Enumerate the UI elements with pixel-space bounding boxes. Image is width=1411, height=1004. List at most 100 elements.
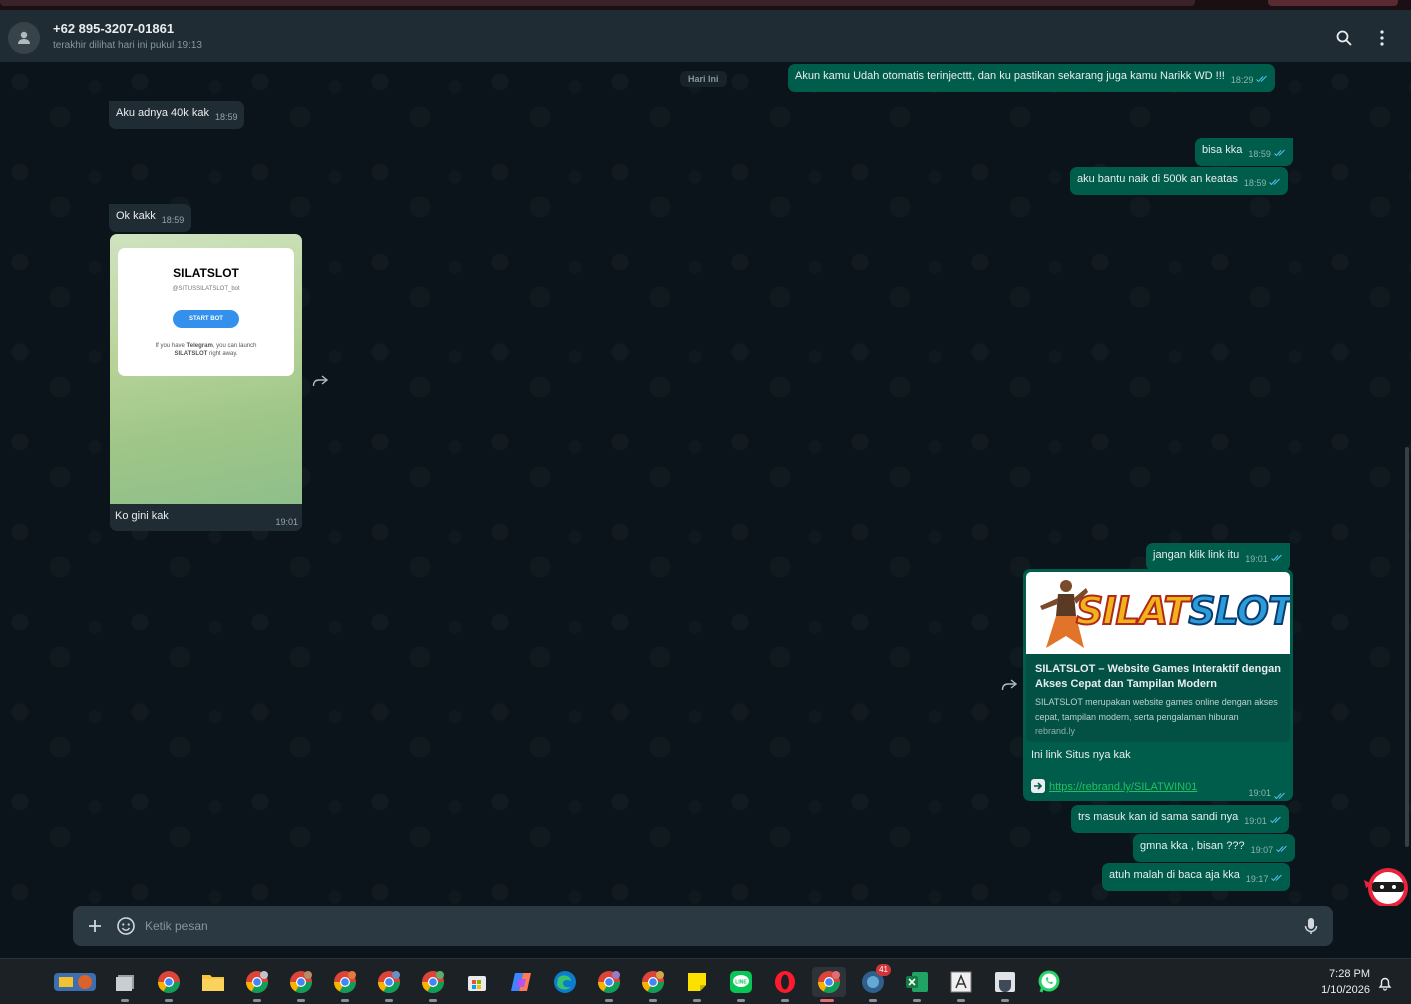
running-indicator — [297, 999, 305, 1002]
search-icon[interactable] — [1334, 28, 1354, 48]
svg-text:LINE: LINE — [735, 980, 747, 986]
message-time: 19:01 — [1245, 554, 1268, 564]
running-indicator — [253, 999, 261, 1002]
clock-time: 7:28 PM — [1329, 968, 1370, 980]
telegram-bot-screenshot[interactable]: SILATSLOT @SITUSSILATSLOT_bot START BOT … — [110, 234, 302, 504]
message-text: aku bantu naik di 500k an keatas — [1077, 173, 1238, 185]
menu-icon[interactable] — [1372, 28, 1392, 48]
message-outgoing[interactable]: trs masuk kan id sama sandi nya 19:01 — [1071, 805, 1289, 833]
read-ticks-icon — [1269, 178, 1281, 186]
contact-status: terakhir dilihat hari ini pukul 19:13 — [53, 40, 202, 51]
message-text: trs masuk kan id sama sandi nya — [1078, 811, 1239, 823]
link-preview-domain: rebrand.ly — [1035, 726, 1076, 736]
read-ticks-icon — [1274, 792, 1285, 800]
whatsapp-icon[interactable] — [1034, 967, 1064, 997]
avatar[interactable] — [8, 22, 40, 54]
chrome-profile-icon[interactable] — [374, 967, 404, 1002]
message-time: 19:01 — [275, 517, 298, 527]
opera-icon[interactable] — [770, 967, 800, 1002]
message-outgoing[interactable]: jangan klik link itu 19:01 — [1146, 543, 1290, 571]
running-indicator — [781, 999, 789, 1002]
chrome-profile-icon[interactable] — [242, 967, 272, 1002]
message-outgoing[interactable]: bisa kka 18:59 — [1195, 138, 1293, 166]
logo-part-slot: SLOT — [1187, 588, 1290, 634]
running-indicator — [649, 999, 657, 1002]
forward-icon[interactable] — [312, 375, 328, 387]
message-time: 18:59 — [1248, 149, 1271, 159]
chrome-profile-icon[interactable] — [330, 967, 360, 1002]
message-outgoing[interactable]: Akun kamu Udah otomatis terinjecttt, dan… — [788, 64, 1276, 92]
message-text: bisa kka — [1202, 144, 1243, 156]
chat-panel: Hari Ini Akun kamu Udah otomatis terinje… — [0, 62, 1411, 906]
chrome-profile-icon[interactable] — [286, 967, 316, 1002]
read-ticks-icon — [1256, 75, 1268, 83]
bot-note-name: SILATSLOT — [174, 351, 208, 357]
message-incoming[interactable]: Ok kakk 18:59 — [109, 204, 192, 232]
message-text: Aku adnya 40k kak — [116, 107, 209, 119]
message-time: 18:59 — [161, 215, 185, 225]
plus-icon[interactable] — [85, 916, 105, 936]
windows-icon[interactable] — [110, 967, 140, 1002]
message-outgoing[interactable]: gmna kka , bisan ??? 19:07 — [1133, 834, 1296, 862]
read-ticks-icon — [1269, 816, 1281, 824]
running-indicator — [385, 999, 393, 1002]
read-ticks-icon — [1274, 149, 1285, 157]
excel-icon[interactable] — [902, 967, 932, 1002]
running-indicator — [693, 999, 701, 1002]
microphone-icon[interactable] — [1301, 916, 1321, 936]
message-outgoing[interactable]: atuh malah di baca aja kka 19:17 — [1102, 863, 1291, 891]
message-composer — [73, 906, 1333, 946]
browser-icon[interactable]: 41 — [858, 964, 891, 1002]
link-arrow-icon — [1031, 779, 1045, 793]
bot-note-text: right away. — [207, 351, 238, 357]
ninja-assistant-icon[interactable] — [1362, 866, 1410, 906]
link-preview-description: SILATSLOT merupakan website games online… — [1035, 697, 1278, 722]
chrome-profile-icon[interactable] — [812, 967, 846, 1002]
message-input[interactable] — [145, 915, 1285, 937]
message-link[interactable]: https://rebrand.ly/SILATWIN01 — [1049, 781, 1197, 793]
contact-name[interactable]: +62 895-3207-01861 — [53, 21, 174, 36]
message-outgoing[interactable]: aku bantu naik di 500k an keatas 18:59 — [1070, 167, 1289, 195]
image-message[interactable]: SILATSLOT @SITUSSILATSLOT_bot START BOT … — [110, 234, 302, 531]
system-clock[interactable]: 7:28 PM 1/10/2026 — [1312, 966, 1370, 998]
logo-part-silat: SILAT — [1075, 588, 1190, 634]
app-icon[interactable] — [990, 967, 1020, 1002]
running-indicator — [737, 999, 745, 1002]
copilot-icon[interactable] — [506, 967, 536, 997]
message-text: Akun kamu Udah otomatis terinjecttt, dan… — [795, 70, 1225, 82]
read-ticks-icon — [1276, 845, 1287, 853]
notification-bell-icon[interactable] — [1377, 975, 1393, 991]
edge-icon[interactable] — [550, 967, 580, 997]
chrome-profile-icon[interactable] — [418, 967, 448, 1002]
running-indicator — [165, 999, 173, 1002]
chat-scrollbar[interactable] — [1405, 447, 1409, 847]
chrome-icon[interactable] — [154, 967, 184, 1002]
bot-note-text: If you have — [155, 343, 185, 349]
message-time-group: 19:01 — [1248, 788, 1286, 800]
taskbar: LINE 41 7:28 PM 1/10/2026 — [0, 958, 1411, 1004]
game-icon[interactable] — [52, 967, 98, 997]
message-time: 18:29 — [1230, 75, 1254, 85]
microsoft-store-icon[interactable] — [462, 967, 492, 997]
browser-active-tab[interactable] — [1268, 0, 1398, 6]
font-icon[interactable] — [946, 967, 976, 1002]
message-text: jangan klik link itu — [1153, 549, 1240, 561]
running-indicator — [341, 999, 349, 1002]
file-explorer-icon[interactable] — [198, 967, 228, 997]
forward-icon[interactable] — [1001, 679, 1017, 691]
clock-date: 1/10/2026 — [1321, 984, 1370, 996]
sticker-emoji-icon[interactable] — [116, 916, 136, 936]
line-icon[interactable]: LINE — [726, 967, 756, 1002]
chrome-profile-icon[interactable] — [594, 967, 624, 1002]
running-indicator — [121, 999, 129, 1002]
message-text: atuh malah di baca aja kka — [1109, 869, 1240, 881]
message-incoming[interactable]: Aku adnya 40k kak 18:59 — [109, 101, 245, 129]
bot-note-text: , you can launch — [212, 343, 257, 349]
running-indicator — [913, 999, 921, 1002]
link-message[interactable]: SILATSLOT SILATSLOT – Website Games Inte… — [1023, 569, 1293, 801]
message-time: 19:07 — [1250, 845, 1274, 855]
link-preview[interactable]: SILATSLOT SILATSLOT – Website Games Inte… — [1026, 572, 1290, 742]
sticky-notes-icon[interactable] — [682, 967, 712, 1002]
chrome-profile-icon[interactable] — [638, 967, 668, 1002]
message-time: 18:59 — [1243, 178, 1267, 188]
